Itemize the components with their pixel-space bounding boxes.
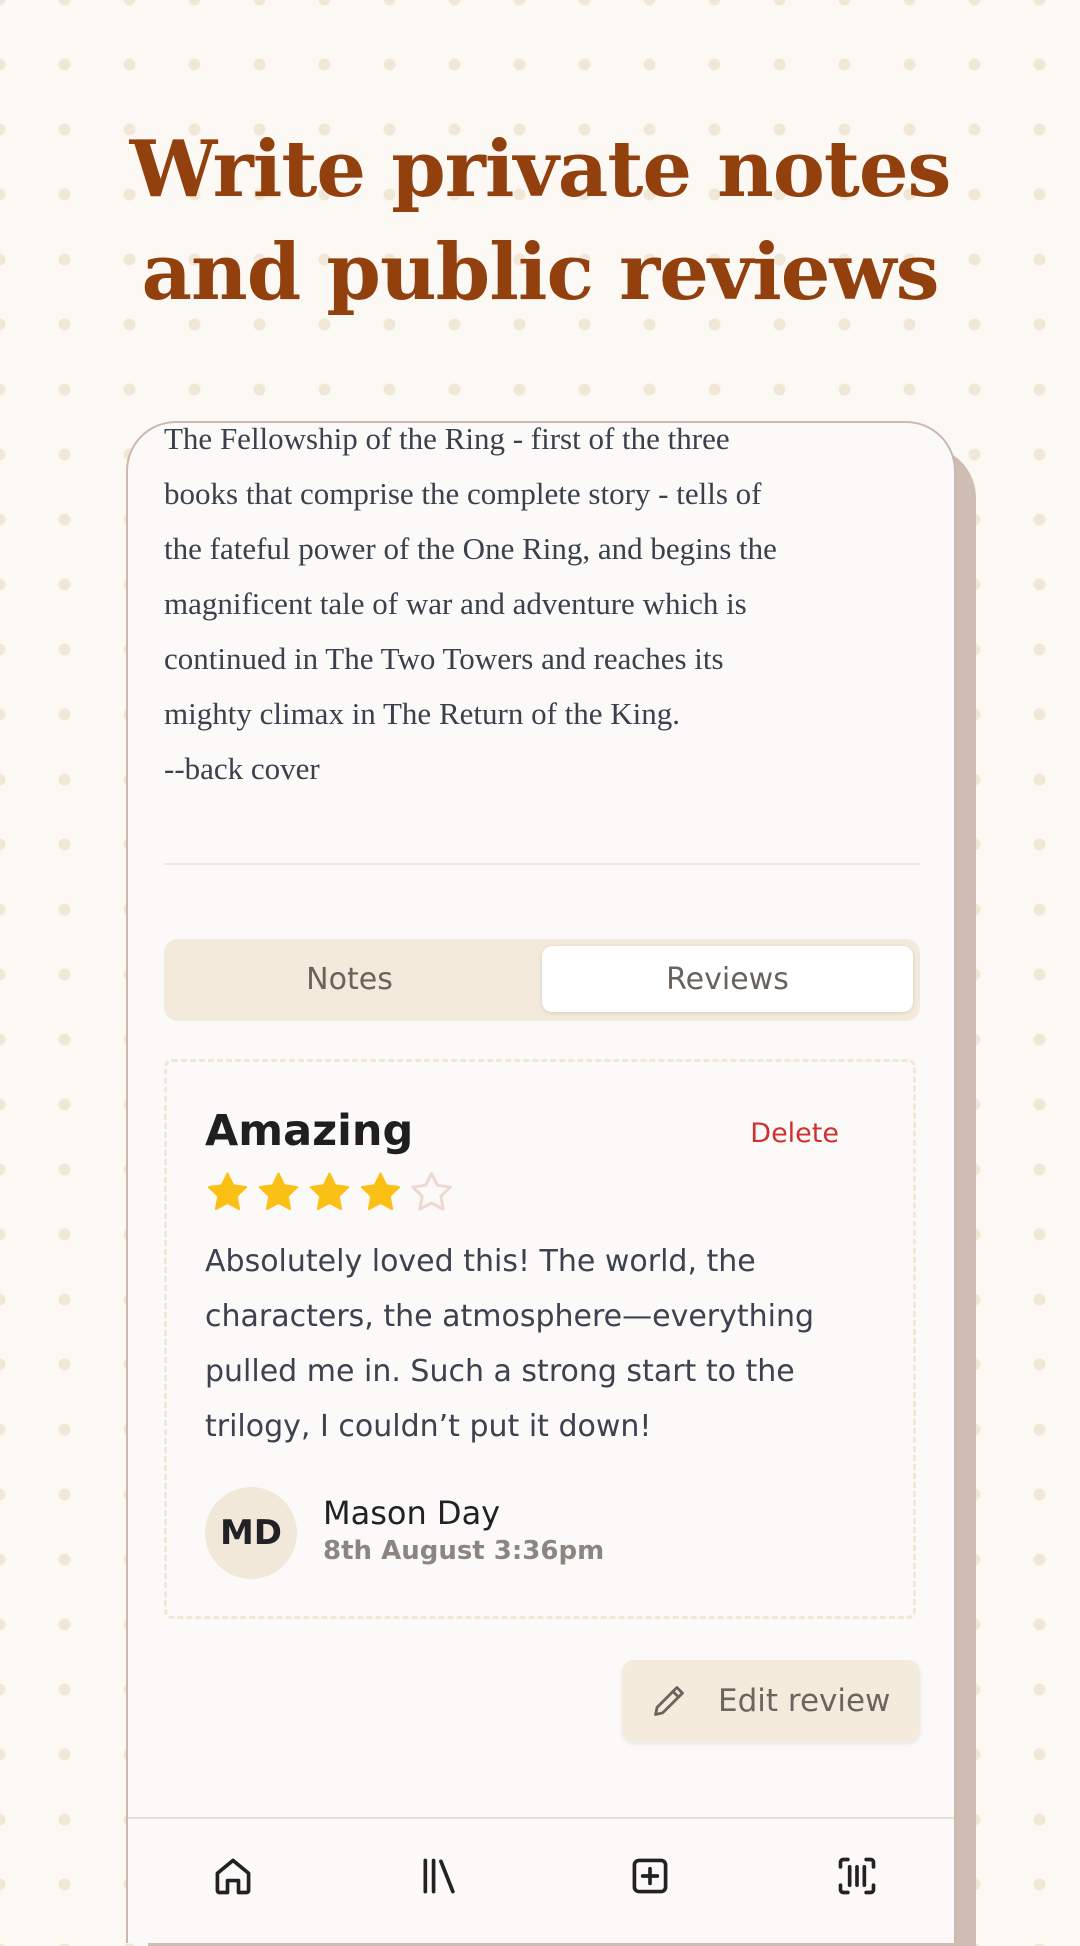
description-line: The Fellowship of the Ring - first of th…: [164, 421, 730, 456]
description-line: --back cover: [164, 751, 320, 786]
headline-line-1: Write private notes: [129, 124, 952, 215]
avatar: MD: [205, 1487, 297, 1579]
description-line: magnificent tale of war and adventure wh…: [164, 586, 747, 621]
star-icon: [411, 1171, 452, 1211]
star-icon: [309, 1172, 350, 1211]
description-line: books that comprise the complete story -…: [164, 476, 762, 511]
pencil-icon: [654, 1686, 684, 1716]
section-divider: [164, 863, 920, 865]
edit-review-button[interactable]: Edit review: [622, 1660, 920, 1742]
star-icon: [258, 1172, 299, 1211]
book-description: The Fellowship of the Ring - first of th…: [164, 421, 924, 796]
nav-add-book[interactable]: [627, 1853, 673, 1899]
review-body: Absolutely loved this! The world, the ch…: [205, 1244, 815, 1444]
edit-review-label: Edit review: [718, 1683, 891, 1719]
phone-screen: The Fellowship of the Ring - first of th…: [126, 421, 956, 1943]
tab-notes[interactable]: Notes: [164, 946, 535, 1012]
bottom-nav: [128, 1817, 954, 1943]
tab-reviews[interactable]: Reviews: [542, 946, 913, 1012]
review-date: 8th August 3:36pm: [323, 1536, 605, 1566]
star-icon: [207, 1172, 248, 1211]
scan-barcode-icon: [838, 1857, 876, 1895]
review-author-name: Mason Day: [323, 1494, 501, 1532]
review-title: Amazing: [205, 1106, 414, 1156]
nav-scan[interactable]: [834, 1853, 880, 1899]
notes-reviews-tabs: Notes Reviews: [164, 939, 920, 1021]
home-icon: [215, 1858, 251, 1895]
description-line: continued in The Two Towers and reaches …: [164, 641, 724, 676]
headline: Write private notes and public reviews: [0, 118, 1080, 324]
nav-library[interactable]: [417, 1853, 463, 1899]
star-icon: [360, 1172, 401, 1211]
star-rating: [205, 1170, 454, 1215]
library-icon: [423, 1858, 455, 1894]
description-line: mighty climax in The Return of the King.: [164, 696, 681, 731]
description-line: the fateful power of the One Ring, and b…: [164, 531, 777, 566]
review-card: Amazing Delete Absolutely loved this! Th…: [164, 1059, 916, 1619]
nav-home[interactable]: [210, 1853, 256, 1899]
add-book-icon: [632, 1858, 668, 1894]
delete-review-button[interactable]: Delete: [750, 1118, 839, 1149]
headline-line-2: and public reviews: [141, 227, 939, 318]
